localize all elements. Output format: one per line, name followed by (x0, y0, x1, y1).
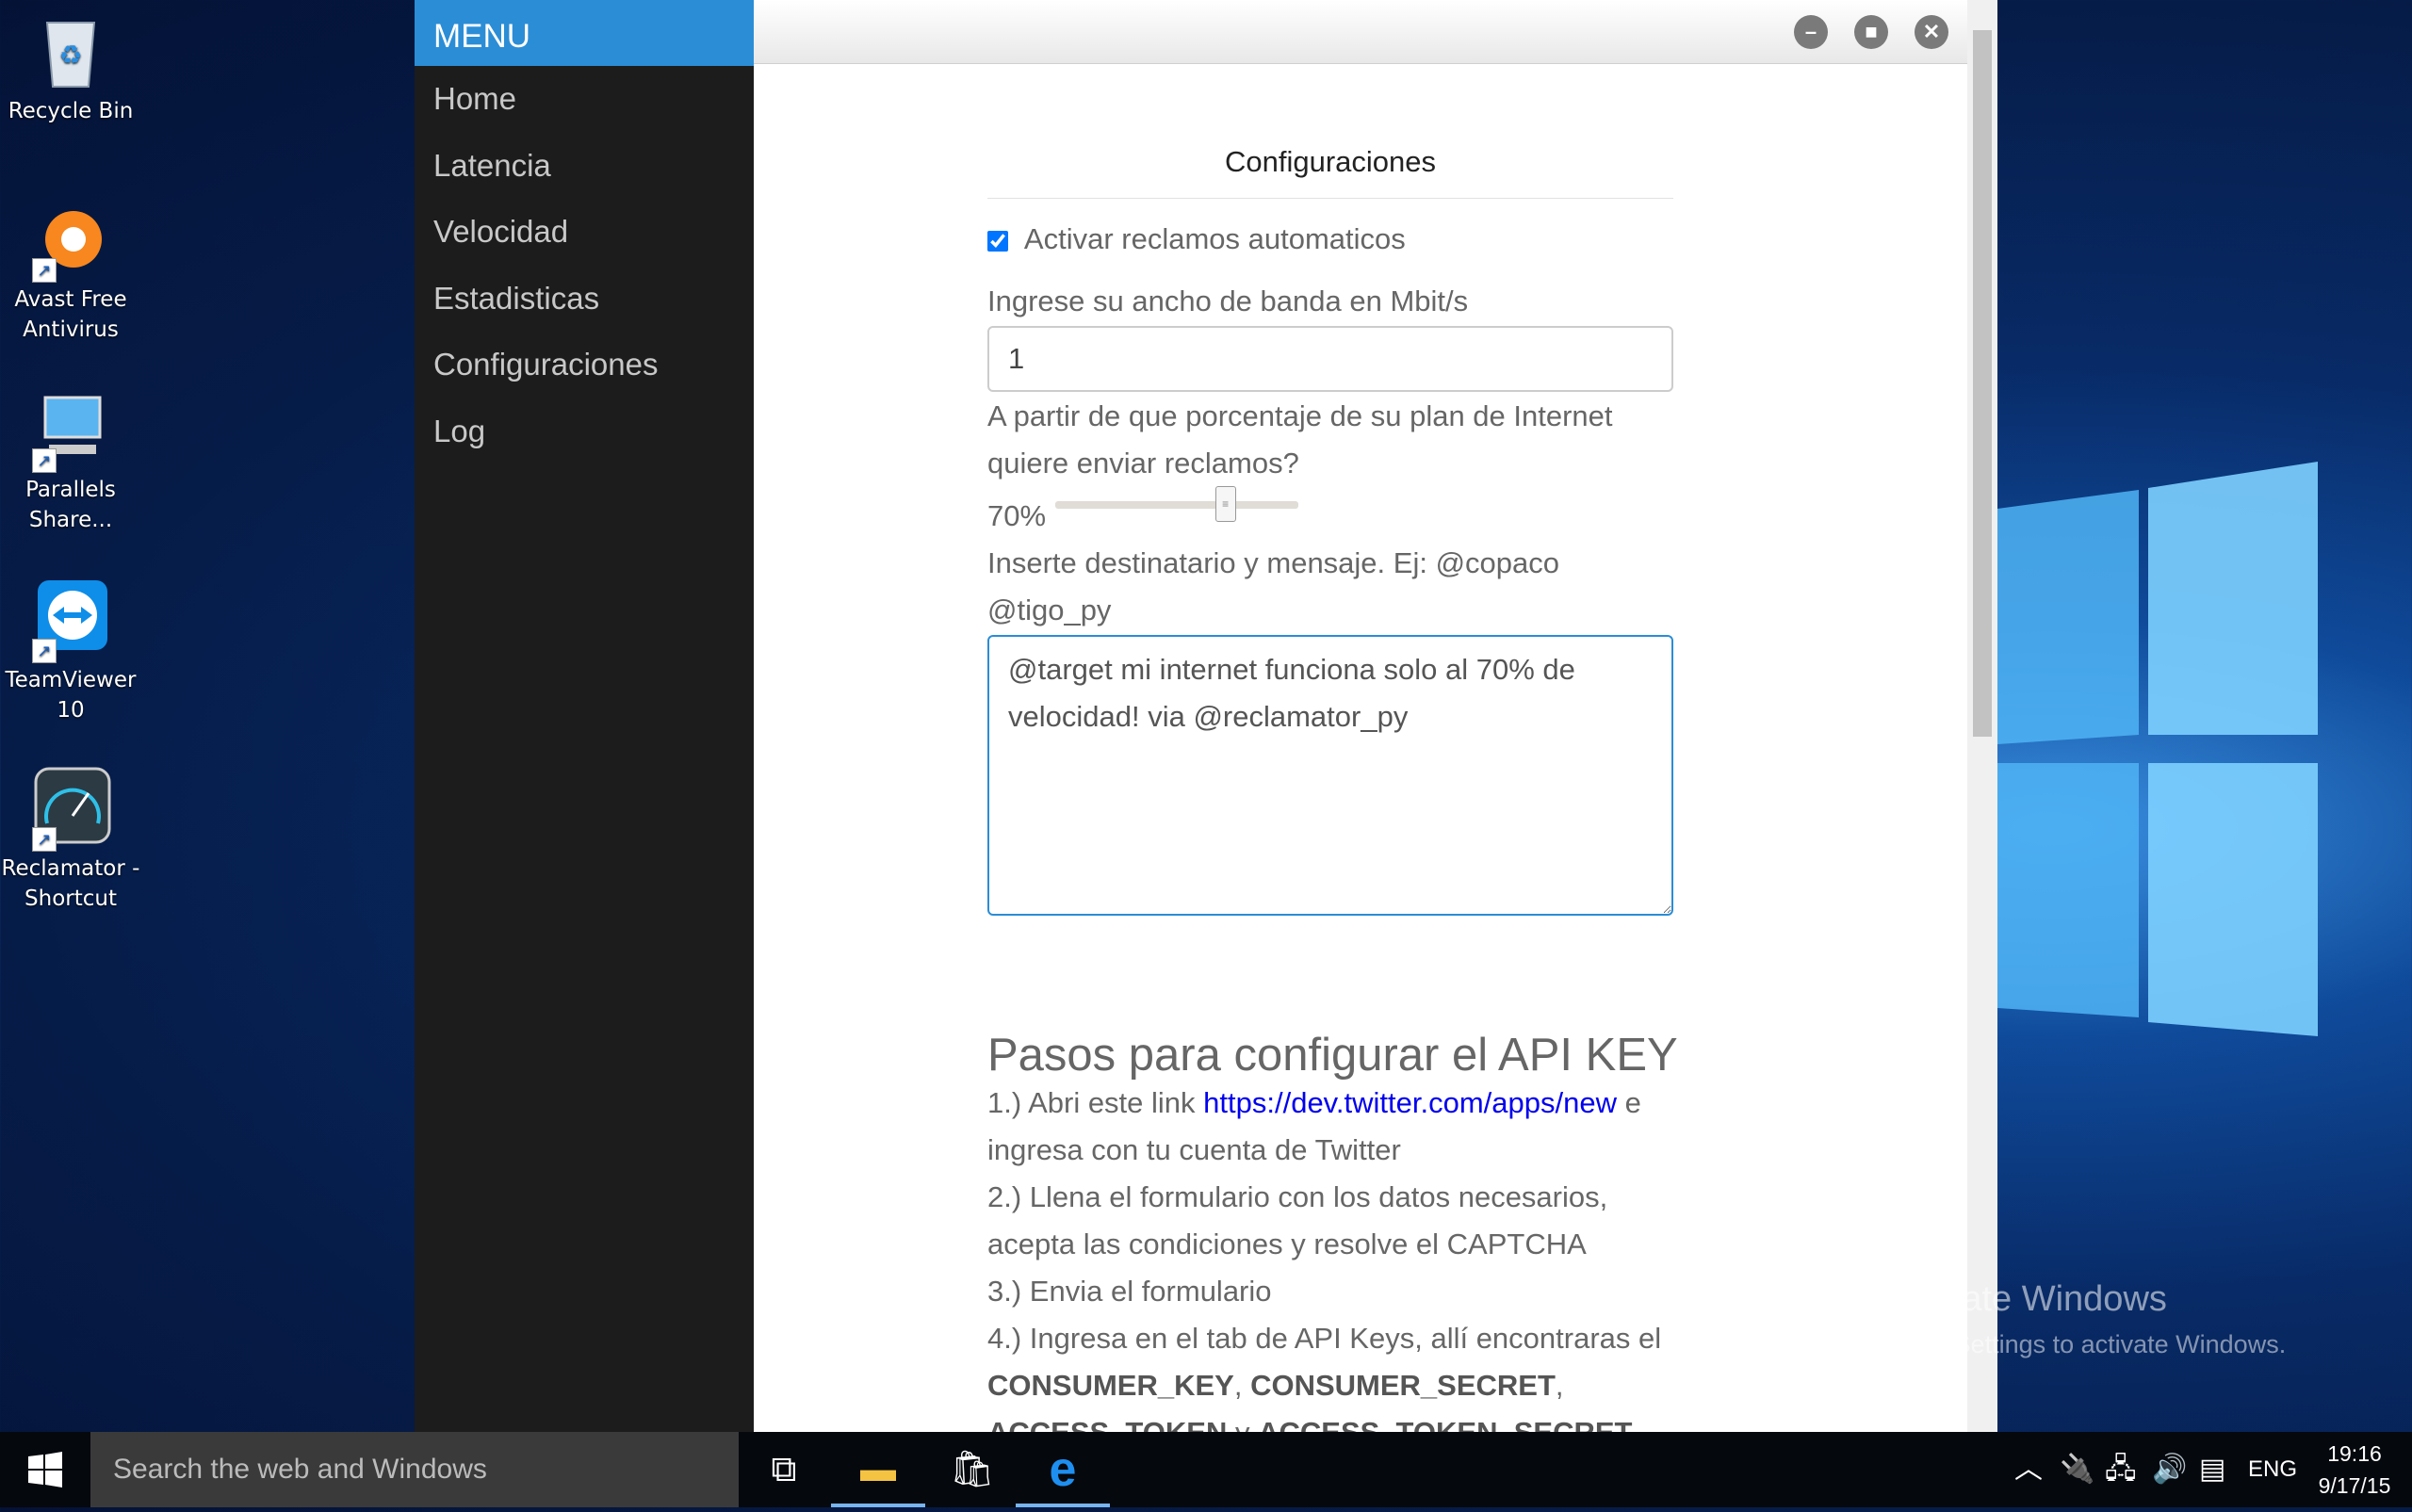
auto-claims-label: Activar reclamos automaticos (1023, 222, 1406, 255)
volume-icon[interactable]: 🔊 (2152, 1432, 2187, 1507)
auto-claims-checkbox[interactable] (987, 230, 1008, 252)
time: 19:16 (2327, 1441, 2382, 1466)
activate-windows-subtitle: Go to Settings to activate Windows. (1884, 1330, 2287, 1358)
step-1: 1.) Abri este link https://dev.twitter.c… (987, 1086, 1641, 1166)
store-icon[interactable]: 🛍 (925, 1432, 1019, 1507)
desktop-icon-recycle-bin[interactable]: ♻ Recycle Bin (0, 9, 141, 126)
app-window: – ■ ✕ Configuraciones Activar reclamos a… (754, 0, 1997, 1432)
edge-icon[interactable]: e (1016, 1432, 1110, 1507)
desktop-icon-teamviewer[interactable]: ↗ TeamViewer 10 (0, 578, 141, 725)
sidebar-item-configuraciones[interactable]: Configuraciones (415, 332, 754, 398)
bandwidth-label: Ingrese su ancho de banda en Mbit/s (987, 285, 1469, 317)
recycle-bin-icon: ♻ (30, 9, 111, 90)
step-2: 2.) Llena el formulario con los datos ne… (987, 1180, 1608, 1260)
menu-title: MENU (415, 0, 754, 66)
percent-slider[interactable]: ≡ (1055, 486, 1298, 522)
percent-label-line1: A partir de que porcentaje de su plan de… (987, 399, 1613, 432)
step-3: 3.) Envia el formulario (987, 1275, 1272, 1308)
computer-icon: ↗ (30, 388, 111, 473)
percent-value: 70% (987, 499, 1047, 532)
title-bar: – ■ ✕ (754, 0, 1997, 64)
clock[interactable]: 19:16 9/17/15 (2312, 1432, 2397, 1507)
minimize-button[interactable]: – (1794, 15, 1828, 49)
message-label-line2: @tigo_py (987, 593, 1112, 626)
file-explorer-icon[interactable]: ▬ (831, 1432, 925, 1507)
step-4: 4.) Ingresa en el tab de API Keys, allí … (987, 1322, 1662, 1432)
chevron-up-icon[interactable]: ︿ (2014, 1432, 2043, 1507)
message-textarea[interactable]: @target mi internet funciona solo al 70%… (987, 635, 1673, 916)
percent-label-line2: quiere enviar reclamos? (987, 447, 1299, 480)
sidebar-menu: MENU Home Latencia Velocidad Estadistica… (415, 0, 754, 1432)
task-view-icon[interactable]: ⧉ (737, 1432, 831, 1507)
search-box[interactable]: Search the web and Windows (90, 1432, 739, 1507)
desktop-icon-avast[interactable]: ↗ Avast Free Antivirus (0, 198, 141, 345)
avast-icon: ↗ (30, 198, 111, 283)
sidebar-item-estadisticas[interactable]: Estadisticas (415, 266, 754, 333)
network-icon[interactable]: 🖧 (2105, 1432, 2136, 1507)
api-heading: Pasos para configurar el API KEY (987, 1030, 1678, 1081)
scrollbar[interactable] (1967, 0, 1997, 1432)
teamviewer-icon: ↗ (30, 578, 111, 663)
date: 9/17/15 (2318, 1473, 2391, 1498)
battery-icon[interactable]: 🔌 (2060, 1432, 2094, 1507)
sidebar-item-log[interactable]: Log (415, 398, 754, 465)
windows-logo-wallpaper (1997, 462, 2318, 1036)
slider-handle[interactable]: ≡ (1214, 486, 1236, 522)
language-indicator[interactable]: ENG (2248, 1432, 2297, 1507)
message-label-line1: Inserte destinatario y mensaje. Ej: @cop… (987, 546, 1559, 579)
scrollbar-thumb[interactable] (1973, 30, 1992, 737)
sidebar-item-home[interactable]: Home (415, 66, 754, 133)
activate-windows-title: Activate Windows (1884, 1279, 2167, 1319)
sidebar-item-velocidad[interactable]: Velocidad (415, 199, 754, 266)
close-button[interactable]: ✕ (1915, 15, 1948, 49)
start-button[interactable] (0, 1432, 90, 1507)
svg-text:♻: ♻ (58, 40, 82, 71)
sidebar-item-latencia[interactable]: Latencia (415, 133, 754, 200)
speedometer-icon: ↗ (30, 767, 111, 852)
bandwidth-input[interactable] (987, 326, 1673, 392)
auto-claims-row: Activar reclamos automaticos (987, 222, 1406, 256)
maximize-button[interactable]: ■ (1854, 15, 1888, 49)
action-center-icon[interactable]: ▤ (2199, 1432, 2225, 1507)
windows-icon (28, 1452, 62, 1488)
page-title: Configuraciones (987, 145, 1673, 199)
desktop-icon-parallels[interactable]: ↗ Parallels Share... (0, 388, 141, 535)
taskbar: Search the web and Windows ⧉ ▬ 🛍 e ︿ 🔌 🖧… (0, 1432, 2412, 1507)
desktop-icon-reclamator[interactable]: ↗ Reclamator - Shortcut (0, 767, 141, 914)
twitter-apps-link[interactable]: https://dev.twitter.com/apps/new (1203, 1086, 1617, 1119)
api-steps: 1.) Abri este link https://dev.twitter.c… (987, 1080, 1685, 1432)
